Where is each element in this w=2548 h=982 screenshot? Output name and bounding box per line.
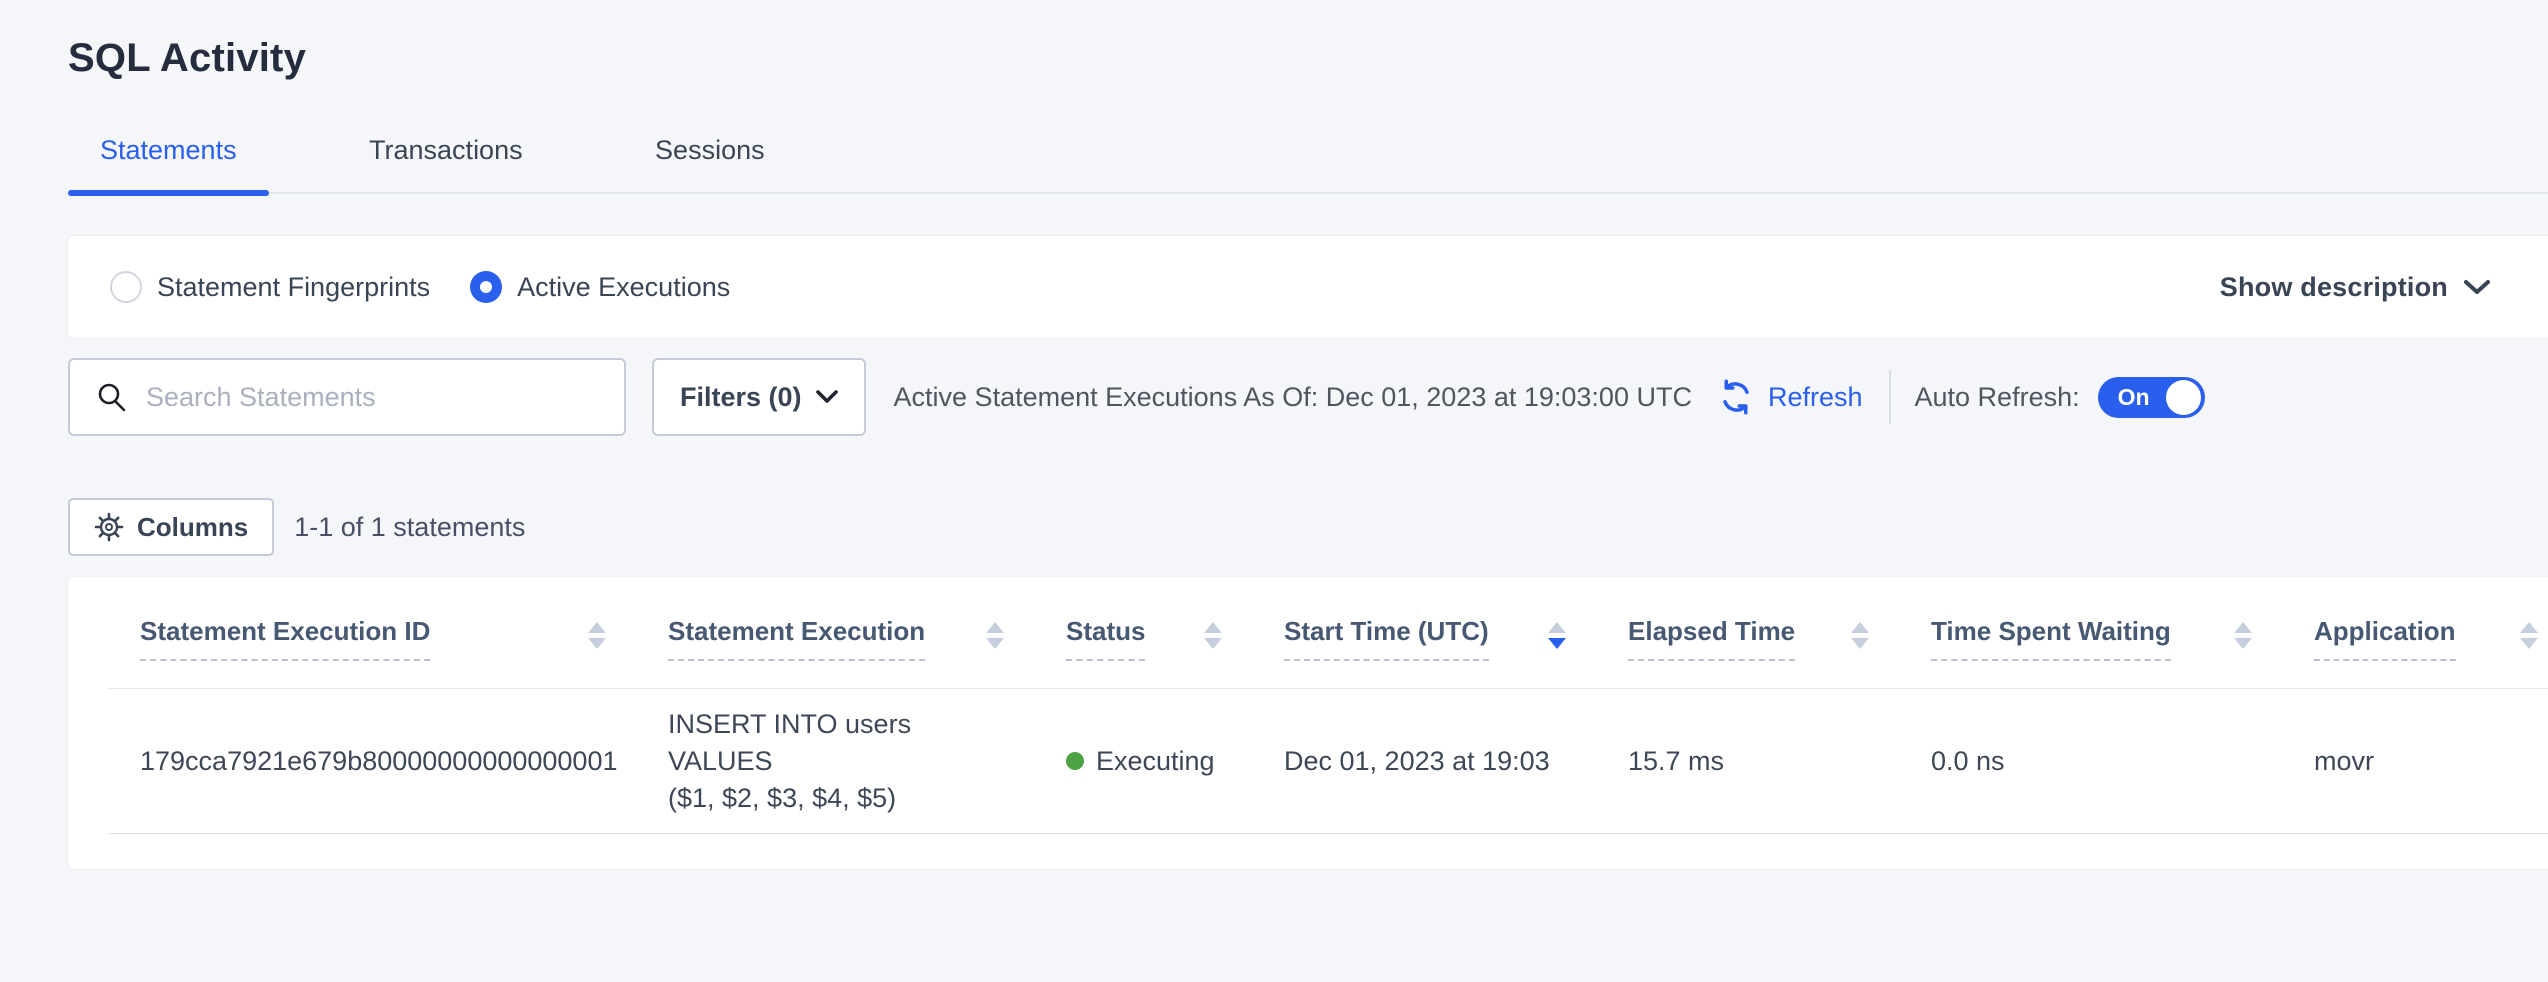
- sql-activity-page: SQL Activity Statements Transactions Ses…: [0, 0, 2548, 869]
- sort-arrows-icon[interactable]: [1528, 622, 1566, 649]
- radio-statement-fingerprints[interactable]: Statement Fingerprints: [110, 271, 430, 303]
- toggle-state-label: On: [2118, 384, 2150, 411]
- column-header-statement-execution-id[interactable]: Statement Execution ID: [108, 577, 636, 688]
- column-header-start-time[interactable]: Start Time (UTC): [1252, 577, 1596, 688]
- sort-arrows-icon[interactable]: [1184, 622, 1222, 649]
- show-description-button[interactable]: Show description: [2220, 272, 2490, 303]
- show-description-label[interactable]: Show description: [2220, 272, 2448, 303]
- column-header-application[interactable]: Application: [2282, 577, 2548, 688]
- page-title: SQL Activity: [68, 36, 2548, 81]
- chevron-down-icon: [802, 390, 838, 404]
- filters-button[interactable]: Filters (0): [652, 358, 866, 436]
- cell-time-spent-waiting: 0.0 ns: [1899, 746, 2282, 777]
- refresh-label[interactable]: Refresh: [1768, 382, 1863, 413]
- result-count: 1-1 of 1 statements: [294, 512, 525, 543]
- columns-label[interactable]: Columns: [137, 512, 248, 543]
- cell-status: Executing: [1034, 746, 1252, 777]
- auto-refresh-toggle[interactable]: On: [2098, 377, 2205, 418]
- sort-arrows-icon[interactable]: [966, 622, 1004, 649]
- vertical-divider: [1889, 370, 1891, 424]
- gear-icon: [94, 512, 137, 542]
- search-icon: [96, 381, 128, 413]
- radio-label[interactable]: Active Executions: [517, 272, 730, 303]
- tab-transactions[interactable]: Transactions: [337, 135, 555, 194]
- tab-bar: Statements Transactions Sessions: [0, 135, 2548, 194]
- status-text: Executing: [1096, 746, 1215, 777]
- controls-row: Filters (0) Active Statement Executions …: [68, 358, 2548, 436]
- radio-label[interactable]: Statement Fingerprints: [157, 272, 430, 303]
- refresh-icon[interactable]: [1716, 377, 1756, 417]
- filters-label[interactable]: Filters (0): [680, 382, 802, 413]
- status-dot-icon: [1066, 752, 1084, 770]
- toggle-knob[interactable]: [2166, 380, 2201, 415]
- table-toolbar: Columns 1-1 of 1 statements: [68, 498, 2548, 556]
- cell-statement-execution[interactable]: INSERT INTO users VALUES ($1, $2, $3, $4…: [636, 706, 1034, 817]
- table-header-row: Statement Execution ID Statement Executi…: [108, 577, 2548, 689]
- column-header-statement-execution[interactable]: Statement Execution: [636, 577, 1034, 688]
- search-box[interactable]: [68, 358, 626, 436]
- column-header-status[interactable]: Status: [1034, 577, 1252, 688]
- statements-table: Statement Execution ID Statement Executi…: [68, 577, 2548, 869]
- sort-arrows-icon[interactable]: [568, 622, 606, 649]
- chevron-down-icon: [2448, 279, 2490, 295]
- cell-start-time: Dec 01, 2023 at 19:03: [1252, 746, 1596, 777]
- as-of-timestamp: Active Statement Executions As Of: Dec 0…: [894, 382, 1692, 413]
- refresh-button[interactable]: Refresh: [1716, 377, 1863, 417]
- column-header-elapsed-time[interactable]: Elapsed Time: [1596, 577, 1899, 688]
- tab-sessions[interactable]: Sessions: [623, 135, 797, 194]
- sort-arrows-icon[interactable]: [2214, 622, 2252, 649]
- sort-arrows-icon[interactable]: [1831, 622, 1869, 649]
- tab-statements[interactable]: Statements: [68, 135, 269, 194]
- radio-circle-icon[interactable]: [470, 271, 502, 303]
- columns-button[interactable]: Columns: [68, 498, 274, 556]
- view-mode-card: Statement Fingerprints Active Executions…: [68, 236, 2548, 338]
- column-header-time-spent-waiting[interactable]: Time Spent Waiting: [1899, 577, 2282, 688]
- cell-elapsed-time: 15.7 ms: [1596, 746, 1899, 777]
- sort-arrows-icon[interactable]: [2500, 622, 2538, 649]
- auto-refresh-label: Auto Refresh:: [1915, 382, 2080, 413]
- search-input[interactable]: [146, 382, 604, 413]
- cell-statement-execution-id[interactable]: 179cca7921e679b80000000000000001: [108, 746, 636, 777]
- table-row: 179cca7921e679b80000000000000001 INSERT …: [108, 689, 2548, 834]
- cell-application: movr: [2282, 746, 2548, 777]
- radio-circle-icon[interactable]: [110, 271, 142, 303]
- radio-active-executions[interactable]: Active Executions: [470, 271, 730, 303]
